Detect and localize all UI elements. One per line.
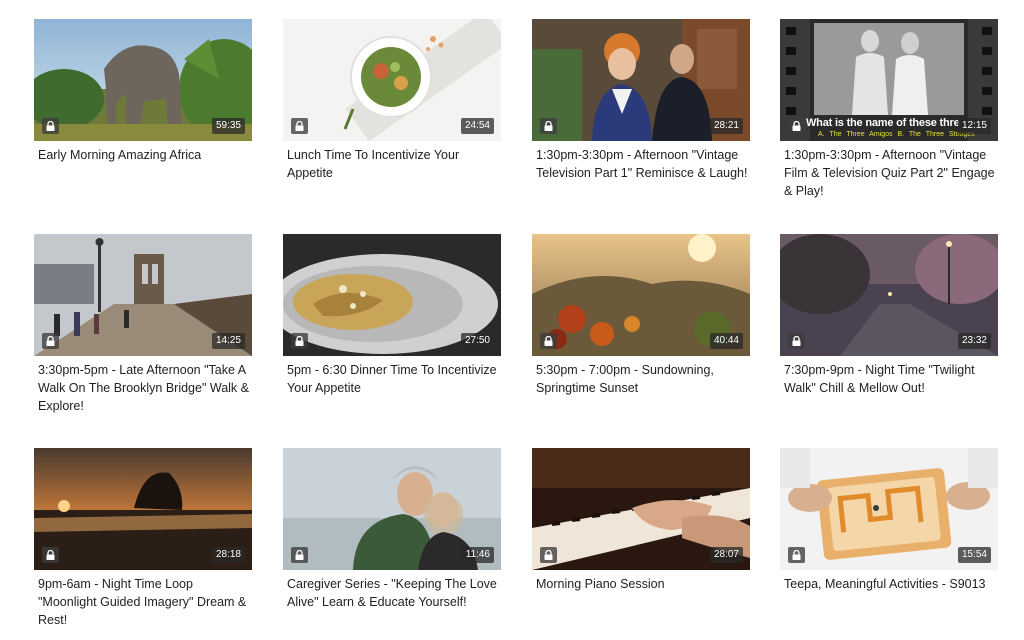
quiz-question-text: What is the name of these thre <box>806 117 960 129</box>
video-thumbnail[interactable]: 23:32 <box>780 234 998 356</box>
lock-icon <box>540 333 557 349</box>
video-thumbnail[interactable]: 28:21 <box>532 19 750 141</box>
lock-icon <box>291 333 308 349</box>
video-card[interactable]: 59:35 Early Morning Amazing Africa <box>34 19 252 164</box>
video-thumbnail[interactable]: 59:35 <box>34 19 252 141</box>
video-thumbnail[interactable]: 27:50 <box>283 234 501 356</box>
video-card[interactable]: 28:07 Morning Piano Session <box>532 448 750 593</box>
quiz-answers-text: A. The Three Amigos B. The Three Stooges <box>818 131 975 138</box>
video-thumbnail[interactable]: 28:18 <box>34 448 252 570</box>
video-card[interactable]: 28:18 9pm-6am - Night Time Loop "Moonlig… <box>34 448 252 629</box>
video-title[interactable]: 7:30pm-9pm - Night Time "Twilight Walk" … <box>784 361 998 397</box>
video-card[interactable]: 14:25 3:30pm-5pm - Late Afternoon "Take … <box>34 234 252 415</box>
video-duration: 23:32 <box>957 333 991 349</box>
video-thumbnail[interactable]: 11:46 <box>283 448 501 570</box>
video-duration: 11:46 <box>461 547 494 563</box>
video-card[interactable]: 11:46 Caregiver Series - "Keeping The Lo… <box>283 448 501 611</box>
video-thumbnail[interactable]: 14:25 <box>34 234 252 356</box>
lock-icon <box>788 333 805 349</box>
video-title[interactable]: 3:30pm-5pm - Late Afternoon "Take A Walk… <box>38 361 252 415</box>
video-thumbnail[interactable]: 40:44 <box>532 234 750 356</box>
video-card[interactable]: 28:21 1:30pm-3:30pm - Afternoon "Vintage… <box>532 19 750 182</box>
video-duration: 15:54 <box>957 547 991 563</box>
video-title[interactable]: 5:30pm - 7:00pm - Sundowning, Springtime… <box>536 361 750 397</box>
video-title[interactable]: 1:30pm-3:30pm - Afternoon "Vintage Telev… <box>536 146 750 182</box>
video-duration: 28:18 <box>211 547 245 563</box>
lock-icon <box>42 333 59 349</box>
video-title[interactable]: Caregiver Series - "Keeping The Love Ali… <box>287 575 501 611</box>
video-title[interactable]: 1:30pm-3:30pm - Afternoon "Vintage Film … <box>784 146 998 200</box>
video-duration: 59:35 <box>211 118 245 134</box>
video-card[interactable]: 40:44 5:30pm - 7:00pm - Sundowning, Spri… <box>532 234 750 397</box>
video-duration: 14:25 <box>211 333 245 349</box>
video-title[interactable]: Morning Piano Session <box>536 575 750 593</box>
video-duration: 24:54 <box>460 118 494 134</box>
lock-icon <box>42 118 59 134</box>
lock-icon <box>291 547 308 563</box>
video-thumbnail[interactable]: 28:07 <box>532 448 750 570</box>
video-thumbnail[interactable]: What is the name of these thre A. The Th… <box>780 19 998 141</box>
video-card[interactable]: 27:50 5pm - 6:30 Dinner Time To Incentiv… <box>283 234 501 397</box>
video-card[interactable]: 24:54 Lunch Time To Incentivize Your App… <box>283 19 501 182</box>
video-title[interactable]: 9pm-6am - Night Time Loop "Moonlight Gui… <box>38 575 252 629</box>
video-title[interactable]: Early Morning Amazing Africa <box>38 146 252 164</box>
video-duration: 12:15 <box>957 118 991 134</box>
lock-icon <box>291 118 308 134</box>
video-thumbnail[interactable]: 24:54 <box>283 19 501 141</box>
video-duration: 27:50 <box>460 333 494 349</box>
video-card[interactable]: 15:54 Teepa, Meaningful Activities - S90… <box>780 448 998 593</box>
lock-icon <box>788 547 805 563</box>
lock-icon <box>540 547 557 563</box>
video-card[interactable]: 23:32 7:30pm-9pm - Night Time "Twilight … <box>780 234 998 397</box>
video-card[interactable]: What is the name of these thre A. The Th… <box>780 19 998 200</box>
video-grid: 59:35 Early Morning Amazing Africa 24:54… <box>0 0 1024 640</box>
video-title[interactable]: 5pm - 6:30 Dinner Time To Incentivize Yo… <box>287 361 501 397</box>
video-duration: 28:21 <box>709 118 743 134</box>
lock-icon <box>42 547 59 563</box>
video-duration: 28:07 <box>709 547 743 563</box>
video-duration: 40:44 <box>709 333 743 349</box>
lock-icon <box>540 118 557 134</box>
video-thumbnail[interactable]: 15:54 <box>780 448 998 570</box>
lock-icon <box>788 118 805 134</box>
video-title[interactable]: Lunch Time To Incentivize Your Appetite <box>287 146 501 182</box>
video-title[interactable]: Teepa, Meaningful Activities - S9013 <box>784 575 998 593</box>
